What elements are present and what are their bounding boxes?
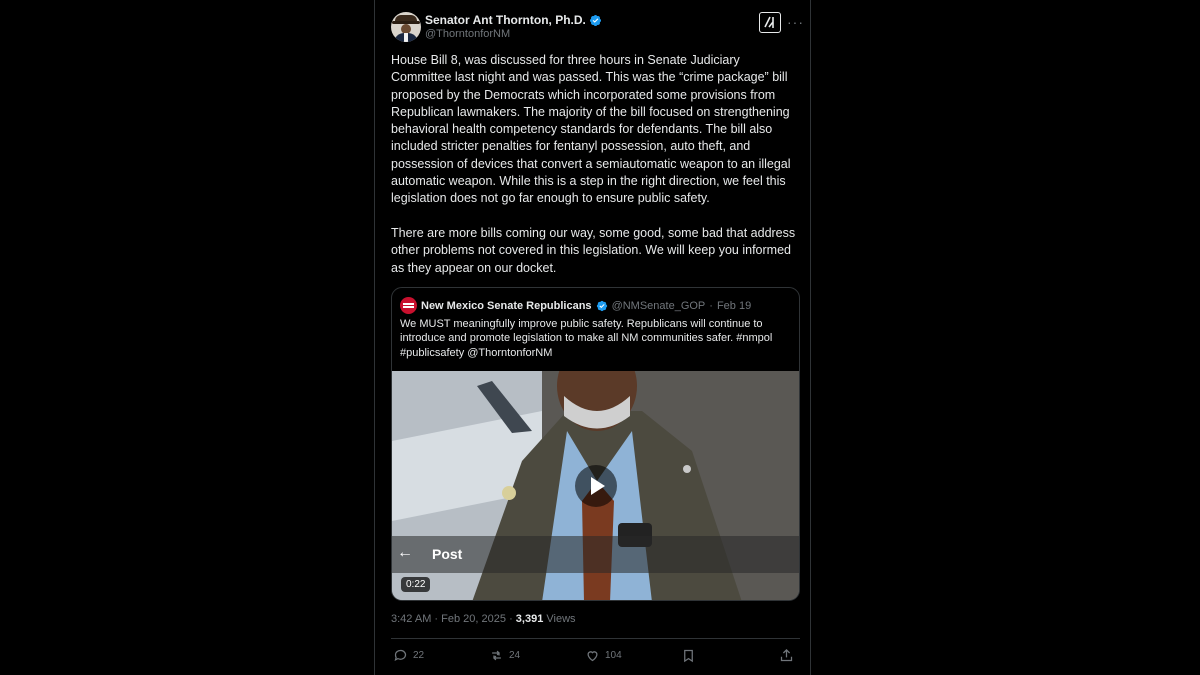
author-avatar[interactable] [391,12,421,42]
like-button[interactable]: 104 [585,648,622,663]
video-duration: 0:22 [401,577,431,592]
quoted-post[interactable]: New Mexico Senate Republicans @NMSenate_… [391,287,800,601]
more-icon[interactable]: ··· [787,14,804,30]
views-label: Views [546,613,576,625]
verified-badge-icon [596,300,607,311]
post-meta: 3:42 AM · Feb 20, 2025 · 3,391 Views [391,613,576,625]
post-paragraph-2: There are more bills coming our way, som… [391,225,796,275]
reply-icon [394,649,407,662]
reply-count: 22 [413,650,425,661]
grok-icon[interactable] [759,12,781,33]
back-arrow-icon[interactable]: ← [397,544,413,562]
post-text: House Bill 8, was discussed for three ho… [391,52,803,294]
like-count: 104 [605,650,622,661]
video-overlay-bar: ← Post [392,536,799,573]
verified-badge-icon [589,14,601,26]
post-column: Senator Ant Thornton, Ph.D. @Thorntonfor… [374,0,811,675]
repost-icon [492,650,501,661]
author-handle[interactable]: @ThorntonforNM [425,28,510,40]
quoted-post-text: We MUST meaningfully improve public safe… [400,318,773,359]
action-bar: 22 24 104 [391,646,800,666]
reply-button[interactable]: 22 [393,648,424,663]
author-name-row: Senator Ant Thornton, Ph.D. [425,13,602,27]
quoted-post-header: New Mexico Senate Republicans @NMSenate_… [400,297,751,314]
bookmark-button[interactable] [681,648,696,663]
quoted-author-handle[interactable]: @NMSenate_GOP [612,300,706,312]
post-time[interactable]: 3:42 AM [391,613,431,625]
quoted-author-name[interactable]: New Mexico Senate Republicans [421,300,592,312]
share-icon [780,648,793,662]
post-date[interactable]: Feb 20, 2025 [441,613,506,625]
play-icon[interactable] [575,465,617,507]
divider [391,638,800,639]
video-player[interactable]: ← Post 0:22 [392,371,799,600]
separator-dot: · [709,299,713,312]
video-overlay-title: Post [432,546,463,562]
share-button[interactable] [779,648,794,663]
separator-dot: · [509,613,516,625]
quoted-author-avatar[interactable] [400,297,417,314]
repost-count: 24 [509,650,521,661]
like-icon [587,651,598,662]
post-paragraph-1: House Bill 8, was discussed for three ho… [391,53,791,206]
repost-button[interactable]: 24 [489,648,520,663]
quoted-post-date[interactable]: Feb 19 [717,300,751,312]
bookmark-icon [684,649,693,663]
author-name[interactable]: Senator Ant Thornton, Ph.D. [425,13,586,27]
views-count: 3,391 [515,613,544,625]
